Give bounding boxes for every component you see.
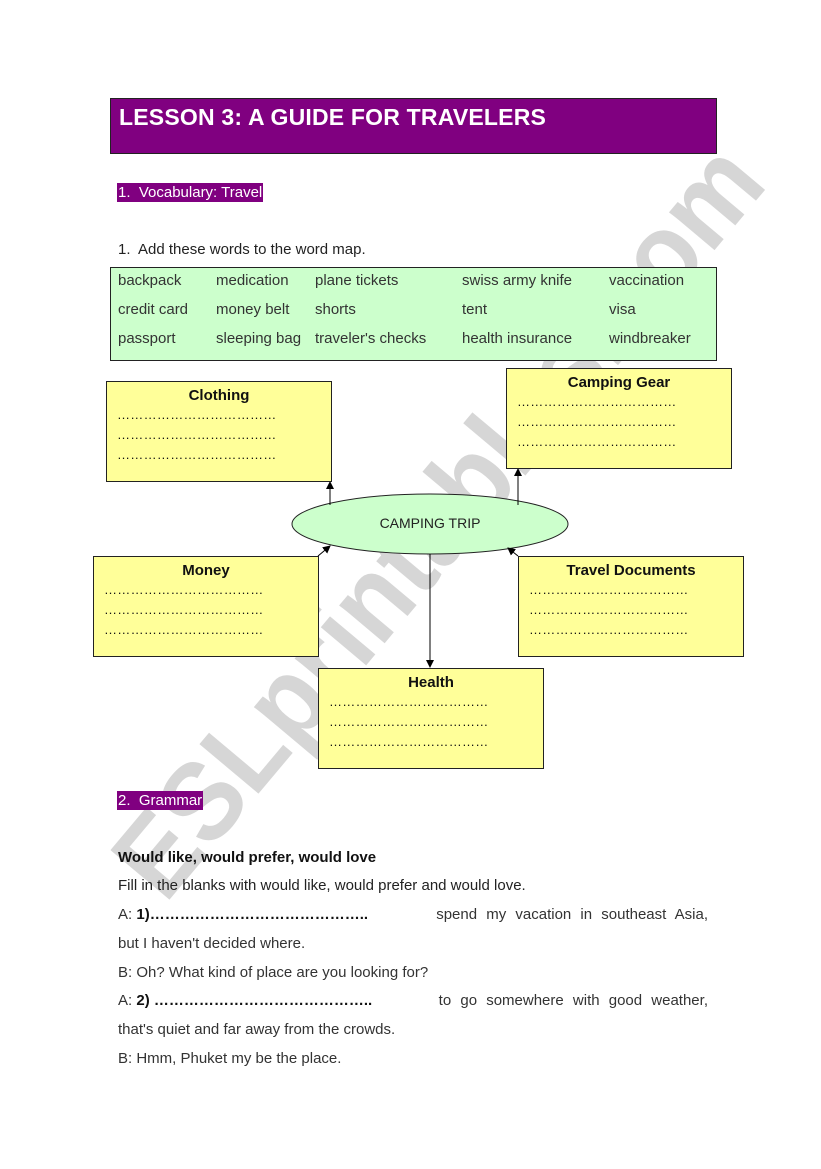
category-box-health: Health ……………………………… ……………………………… ……………………	[318, 668, 544, 769]
grammar-subheading: Would like, would prefer, would love	[118, 849, 377, 866]
speaker: A:	[118, 992, 133, 1009]
blank-line[interactable]: ………………………………	[507, 393, 731, 413]
dialogue-line-1: A: 1)…………………………………….. spend my vacation …	[118, 906, 708, 923]
category-box-camping-gear: Camping Gear ……………………………… ……………………………… ……	[506, 368, 732, 469]
category-box-clothing: Clothing ……………………………… ……………………………… ………………	[106, 381, 332, 482]
blank-line[interactable]: ………………………………	[319, 713, 543, 733]
blank-line[interactable]: ………………………………	[107, 406, 331, 426]
blank-line[interactable]: ………………………………	[94, 601, 318, 621]
section-heading-grammar: 2. Grammar	[117, 791, 204, 810]
category-title: Camping Gear	[567, 374, 671, 391]
blank-number: 2)	[136, 992, 150, 1009]
blank-line[interactable]: ………………………………	[94, 621, 318, 641]
dialogue-text: to go somewhere with good weather,	[438, 992, 708, 1009]
grammar-instruction: Fill in the blanks with would like, woul…	[118, 877, 526, 894]
blank-line[interactable]: ………………………………	[519, 601, 743, 621]
dialogue-line-2: but I haven't decided where.	[118, 935, 306, 952]
dialogue-line-5: that's quiet and far away from the crowd…	[118, 1021, 396, 1038]
blank-line[interactable]: ………………………………	[507, 433, 731, 453]
dialogue-line-6: B: Hmm, Phuket my be the place.	[118, 1050, 342, 1067]
blank-line[interactable]: ………………………………	[507, 413, 731, 433]
category-box-travel-documents: Travel Documents ……………………………… ……………………………	[518, 556, 744, 657]
dialogue-line-3: B: Oh? What kind of place are you lookin…	[118, 964, 429, 981]
category-box-money: Money ……………………………… ……………………………… ………………………	[93, 556, 319, 657]
arrow-from-travel-documents	[507, 547, 519, 557]
category-title: Travel Documents	[566, 562, 696, 579]
blank-line[interactable]: ………………………………	[519, 621, 743, 641]
blank-line[interactable]: ………………………………	[94, 581, 318, 601]
category-title: Clothing	[188, 387, 250, 404]
center-label: CAMPING TRIP	[379, 515, 481, 531]
dialogue-line-4: A: 2) …………………………………….. to go somewhere w…	[118, 992, 708, 1009]
blank-line[interactable]: ………………………………	[107, 426, 331, 446]
blank-line[interactable]: ………………………………	[519, 581, 743, 601]
blank-line[interactable]: ………………………………	[107, 446, 331, 466]
blank-number: 1)	[136, 906, 150, 923]
blank-line[interactable]: ………………………………	[319, 733, 543, 753]
blank-line[interactable]: ………………………………	[319, 693, 543, 713]
category-title: Health	[408, 674, 454, 691]
speaker: A:	[118, 906, 133, 923]
answer-blank[interactable]: ……………………………………..	[150, 992, 372, 1009]
dialogue-text: spend my vacation in southeast Asia,	[436, 906, 708, 923]
category-title: Money	[182, 562, 230, 579]
arrow-from-money	[317, 545, 331, 557]
answer-blank[interactable]: ……………………………………..	[150, 906, 368, 923]
